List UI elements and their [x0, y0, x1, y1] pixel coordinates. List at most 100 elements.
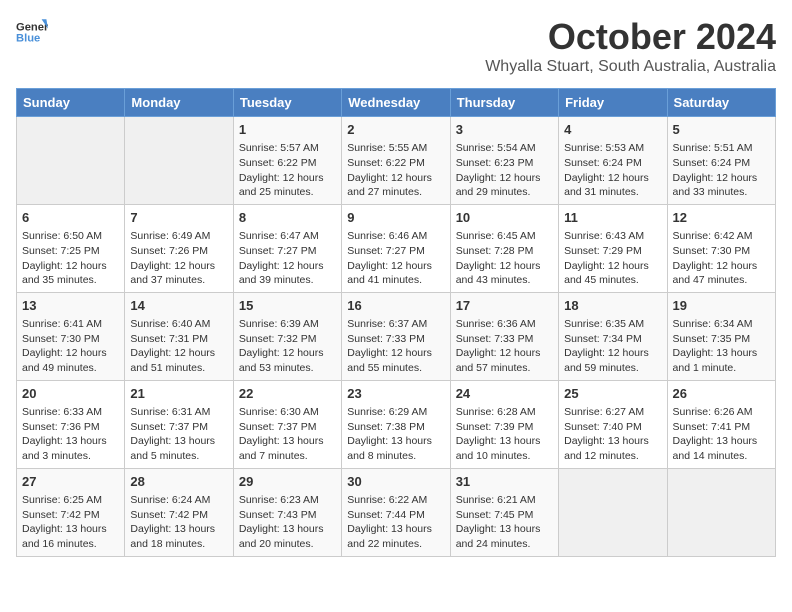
day-number: 30 — [347, 473, 444, 491]
calendar-week-4: 20 Sunrise: 6:33 AM Sunset: 7:36 PM Dayli… — [17, 380, 776, 468]
day-number: 14 — [130, 297, 227, 315]
day-info: Sunrise: 6:30 AM Sunset: 7:37 PM Dayligh… — [239, 405, 336, 464]
day-info: Sunrise: 5:51 AM Sunset: 6:24 PM Dayligh… — [673, 141, 770, 200]
calendar-cell: 28 Sunrise: 6:24 AM Sunset: 7:42 PM Dayli… — [125, 468, 233, 556]
day-info: Sunrise: 6:28 AM Sunset: 7:39 PM Dayligh… — [456, 405, 553, 464]
calendar-cell: 14 Sunrise: 6:40 AM Sunset: 7:31 PM Dayli… — [125, 292, 233, 380]
day-info: Sunrise: 6:49 AM Sunset: 7:26 PM Dayligh… — [130, 229, 227, 288]
calendar-week-5: 27Sunrise: 6:25 AM Sunset: 7:42 PM Dayli… — [17, 468, 776, 556]
logo-area: General Blue — [16, 16, 52, 48]
calendar-cell: 6Sunrise: 6:50 AM Sunset: 7:25 PM Daylig… — [17, 204, 125, 292]
location-title: Whyalla Stuart, South Australia, Austral… — [485, 58, 776, 76]
calendar-cell: 1 Sunrise: 5:57 AM Sunset: 6:22 PM Daylig… — [233, 117, 341, 205]
calendar-cell: 11Sunrise: 6:43 AM Sunset: 7:29 PM Dayli… — [559, 204, 667, 292]
day-header-saturday: Saturday — [667, 89, 775, 117]
day-number: 3 — [456, 121, 553, 139]
day-info: Sunrise: 6:35 AM Sunset: 7:34 PM Dayligh… — [564, 317, 661, 376]
calendar-cell: 24 Sunrise: 6:28 AM Sunset: 7:39 PM Dayli… — [450, 380, 558, 468]
day-info: Sunrise: 5:53 AM Sunset: 6:24 PM Dayligh… — [564, 141, 661, 200]
calendar-cell: 19 Sunrise: 6:34 AM Sunset: 7:35 PM Dayli… — [667, 292, 775, 380]
calendar-week-2: 6Sunrise: 6:50 AM Sunset: 7:25 PM Daylig… — [17, 204, 776, 292]
day-info: Sunrise: 6:41 AM Sunset: 7:30 PM Dayligh… — [22, 317, 119, 376]
calendar-cell: 17Sunrise: 6:36 AM Sunset: 7:33 PM Dayli… — [450, 292, 558, 380]
calendar-cell: 4Sunrise: 5:53 AM Sunset: 6:24 PM Daylig… — [559, 117, 667, 205]
day-number: 31 — [456, 473, 553, 491]
day-number: 9 — [347, 209, 444, 227]
day-info: Sunrise: 6:29 AM Sunset: 7:38 PM Dayligh… — [347, 405, 444, 464]
day-info: Sunrise: 6:34 AM Sunset: 7:35 PM Dayligh… — [673, 317, 770, 376]
day-number: 21 — [130, 385, 227, 403]
day-info: Sunrise: 6:47 AM Sunset: 7:27 PM Dayligh… — [239, 229, 336, 288]
day-number: 22 — [239, 385, 336, 403]
day-info: Sunrise: 6:26 AM Sunset: 7:41 PM Dayligh… — [673, 405, 770, 464]
calendar-cell: 12Sunrise: 6:42 AM Sunset: 7:30 PM Dayli… — [667, 204, 775, 292]
day-info: Sunrise: 6:39 AM Sunset: 7:32 PM Dayligh… — [239, 317, 336, 376]
calendar-cell — [125, 117, 233, 205]
day-number: 25 — [564, 385, 661, 403]
svg-text:Blue: Blue — [16, 33, 40, 45]
calendar-cell: 7 Sunrise: 6:49 AM Sunset: 7:26 PM Daylig… — [125, 204, 233, 292]
calendar-week-1: 1 Sunrise: 5:57 AM Sunset: 6:22 PM Daylig… — [17, 117, 776, 205]
day-info: Sunrise: 6:27 AM Sunset: 7:40 PM Dayligh… — [564, 405, 661, 464]
day-number: 10 — [456, 209, 553, 227]
day-header-thursday: Thursday — [450, 89, 558, 117]
day-number: 13 — [22, 297, 119, 315]
calendar-cell: 13 Sunrise: 6:41 AM Sunset: 7:30 PM Dayli… — [17, 292, 125, 380]
calendar-cell: 30 Sunrise: 6:22 AM Sunset: 7:44 PM Dayli… — [342, 468, 450, 556]
day-header-monday: Monday — [125, 89, 233, 117]
calendar-cell: 27Sunrise: 6:25 AM Sunset: 7:42 PM Dayli… — [17, 468, 125, 556]
day-info: Sunrise: 6:23 AM Sunset: 7:43 PM Dayligh… — [239, 493, 336, 552]
calendar-week-3: 13 Sunrise: 6:41 AM Sunset: 7:30 PM Dayli… — [17, 292, 776, 380]
day-header-sunday: Sunday — [17, 89, 125, 117]
day-number: 29 — [239, 473, 336, 491]
day-number: 8 — [239, 209, 336, 227]
calendar-cell: 20 Sunrise: 6:33 AM Sunset: 7:36 PM Dayli… — [17, 380, 125, 468]
day-number: 11 — [564, 209, 661, 227]
day-number: 28 — [130, 473, 227, 491]
calendar-cell: 3 Sunrise: 5:54 AM Sunset: 6:23 PM Daylig… — [450, 117, 558, 205]
calendar-cell: 29 Sunrise: 6:23 AM Sunset: 7:43 PM Dayli… — [233, 468, 341, 556]
day-info: Sunrise: 6:21 AM Sunset: 7:45 PM Dayligh… — [456, 493, 553, 552]
day-info: Sunrise: 6:46 AM Sunset: 7:27 PM Dayligh… — [347, 229, 444, 288]
calendar-cell: 26 Sunrise: 6:26 AM Sunset: 7:41 PM Dayli… — [667, 380, 775, 468]
svg-text:General: General — [16, 21, 48, 33]
day-info: Sunrise: 6:40 AM Sunset: 7:31 PM Dayligh… — [130, 317, 227, 376]
calendar-cell: 18 Sunrise: 6:35 AM Sunset: 7:34 PM Dayli… — [559, 292, 667, 380]
calendar-cell: 8 Sunrise: 6:47 AM Sunset: 7:27 PM Daylig… — [233, 204, 341, 292]
day-info: Sunrise: 6:33 AM Sunset: 7:36 PM Dayligh… — [22, 405, 119, 464]
calendar-cell: 31 Sunrise: 6:21 AM Sunset: 7:45 PM Dayli… — [450, 468, 558, 556]
day-number: 1 — [239, 121, 336, 139]
day-info: Sunrise: 6:22 AM Sunset: 7:44 PM Dayligh… — [347, 493, 444, 552]
day-info: Sunrise: 6:31 AM Sunset: 7:37 PM Dayligh… — [130, 405, 227, 464]
day-number: 27 — [22, 473, 119, 491]
day-header-tuesday: Tuesday — [233, 89, 341, 117]
calendar-cell — [667, 468, 775, 556]
day-number: 20 — [22, 385, 119, 403]
calendar-cell — [17, 117, 125, 205]
day-header-friday: Friday — [559, 89, 667, 117]
day-number: 23 — [347, 385, 444, 403]
header: General Blue October 2024 Whyalla Stuart… — [16, 16, 776, 76]
calendar-cell: 16Sunrise: 6:37 AM Sunset: 7:33 PM Dayli… — [342, 292, 450, 380]
calendar-cell: 5 Sunrise: 5:51 AM Sunset: 6:24 PM Daylig… — [667, 117, 775, 205]
day-number: 18 — [564, 297, 661, 315]
day-number: 26 — [673, 385, 770, 403]
day-info: Sunrise: 6:45 AM Sunset: 7:28 PM Dayligh… — [456, 229, 553, 288]
calendar-cell — [559, 468, 667, 556]
day-info: Sunrise: 5:57 AM Sunset: 6:22 PM Dayligh… — [239, 141, 336, 200]
day-number: 7 — [130, 209, 227, 227]
day-number: 5 — [673, 121, 770, 139]
day-header-wednesday: Wednesday — [342, 89, 450, 117]
day-info: Sunrise: 6:42 AM Sunset: 7:30 PM Dayligh… — [673, 229, 770, 288]
day-info: Sunrise: 6:24 AM Sunset: 7:42 PM Dayligh… — [130, 493, 227, 552]
day-info: Sunrise: 5:54 AM Sunset: 6:23 PM Dayligh… — [456, 141, 553, 200]
day-number: 2 — [347, 121, 444, 139]
day-number: 24 — [456, 385, 553, 403]
day-number: 19 — [673, 297, 770, 315]
title-area: October 2024 Whyalla Stuart, South Austr… — [485, 16, 776, 76]
calendar-cell: 10 Sunrise: 6:45 AM Sunset: 7:28 PM Dayli… — [450, 204, 558, 292]
calendar-cell: 22 Sunrise: 6:30 AM Sunset: 7:37 PM Dayli… — [233, 380, 341, 468]
calendar-cell: 2Sunrise: 5:55 AM Sunset: 6:22 PM Daylig… — [342, 117, 450, 205]
calendar-cell: 21 Sunrise: 6:31 AM Sunset: 7:37 PM Dayli… — [125, 380, 233, 468]
day-number: 15 — [239, 297, 336, 315]
